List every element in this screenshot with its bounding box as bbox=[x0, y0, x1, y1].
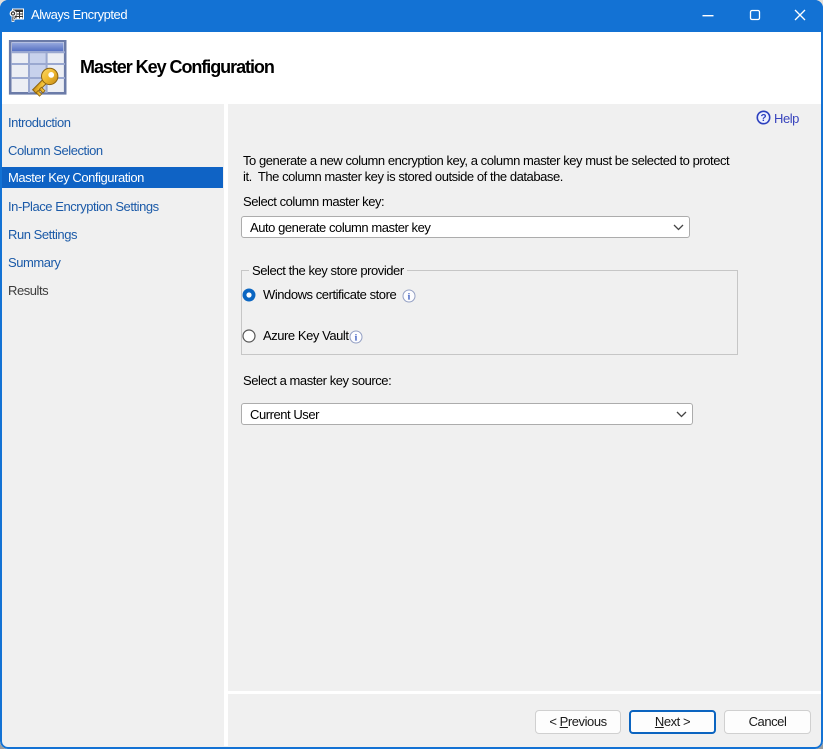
svg-text:?: ? bbox=[760, 113, 766, 124]
svg-text:i: i bbox=[355, 334, 358, 344]
svg-text:i: i bbox=[408, 293, 411, 303]
